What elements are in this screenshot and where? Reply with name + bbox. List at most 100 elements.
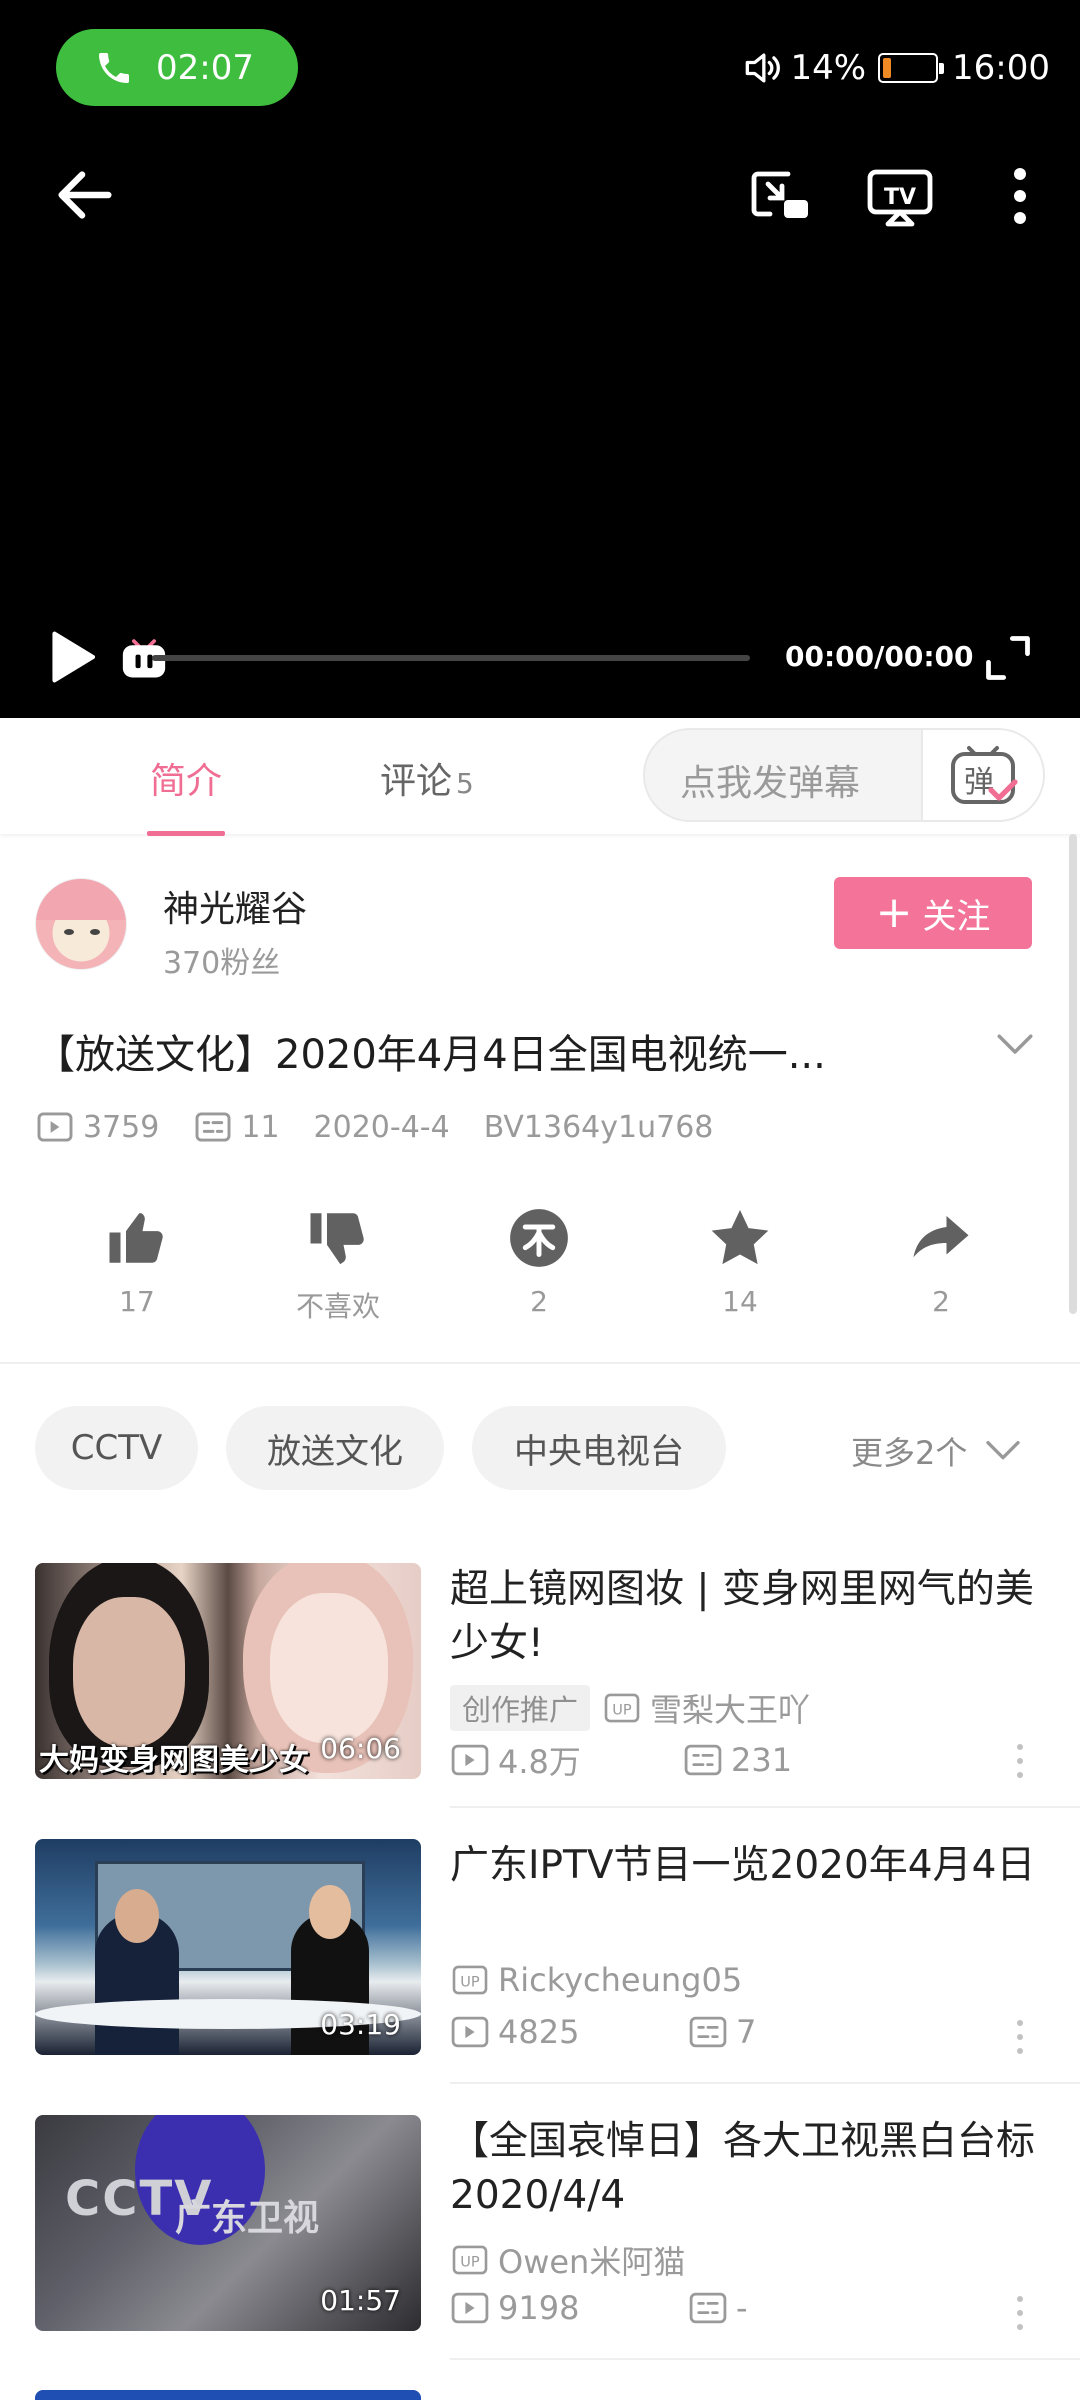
- tab-bar: 简介 评论 5 点我发弹幕 弹: [0, 718, 1080, 836]
- view-count: 9198: [498, 2289, 580, 2327]
- battery-icon: [878, 53, 945, 83]
- playback-time: 00:00/00:00: [785, 640, 974, 673]
- more-vertical-icon[interactable]: [1014, 2017, 1026, 2057]
- tab-comments[interactable]: 评论 5: [380, 752, 474, 804]
- video-thumbnail[interactable]: 03:19: [35, 1839, 421, 2055]
- more-tags-label: 更多2个: [851, 1434, 968, 1472]
- call-duration: 02:07: [156, 47, 254, 88]
- coin-count: 2: [530, 1285, 548, 1318]
- play-count-icon: [37, 1112, 73, 1142]
- view-count: 4.8万: [498, 1743, 581, 1781]
- recommendation-stats: 4825 7: [450, 2013, 756, 2051]
- dislike-button[interactable]: 不喜欢: [268, 1205, 408, 1325]
- uploader-name[interactable]: 雪梨大王吖: [650, 1685, 810, 1731]
- tag-chip[interactable]: 放送文化: [226, 1406, 444, 1490]
- dislike-label: 不喜欢: [295, 1290, 380, 1323]
- tag-chip[interactable]: CCTV: [35, 1406, 198, 1490]
- recommendation-author-line: 创作推广 UP 雪梨大王吖: [450, 1685, 810, 1731]
- ongoing-call-pill[interactable]: 02:07: [56, 29, 298, 106]
- back-arrow-icon[interactable]: [50, 160, 120, 230]
- uploader-name[interactable]: Owen米阿猫: [498, 2237, 685, 2283]
- share-button[interactable]: 2: [871, 1205, 1011, 1318]
- picture-in-picture-icon[interactable]: [744, 160, 816, 232]
- uploader-name[interactable]: 神光耀谷: [163, 880, 307, 932]
- more-tags-button[interactable]: 更多2个: [851, 1428, 1023, 1474]
- uploader-avatar[interactable]: [35, 878, 127, 970]
- fullscreen-icon[interactable]: [982, 632, 1034, 684]
- like-count: 17: [119, 1285, 155, 1318]
- danmaku-count-icon: [195, 1112, 231, 1142]
- tag-chip[interactable]: 中央电视台: [472, 1406, 726, 1490]
- more-vertical-icon[interactable]: [1014, 1741, 1026, 1781]
- recommendation-item[interactable]: 大妈变身网图美少女 06:06 超上镜网图妆 | 变身网里网气的美少女! 创作推…: [0, 1563, 1080, 1839]
- more-vertical-icon[interactable]: [1014, 2293, 1026, 2333]
- thumbnail-caption: 广东卫视: [175, 2198, 320, 2239]
- status-bar-right: 14% 16:00: [740, 40, 1050, 96]
- coin-icon: [510, 1209, 568, 1267]
- recommendation-author-line: UP Rickycheung05: [450, 1961, 742, 1999]
- speaker-icon: [746, 53, 781, 83]
- uploader-name[interactable]: Rickycheung05: [498, 1961, 742, 1999]
- chevron-down-icon: [986, 1441, 1021, 1460]
- thumb-shape: [73, 1597, 185, 1747]
- video-thumbnail[interactable]: [35, 2390, 421, 2400]
- video-player[interactable]: 02:07 14% 16:00 TV 00:00/00:00: [0, 0, 1080, 718]
- svg-text:TV: TV: [884, 185, 916, 210]
- thumbs-down-icon: [310, 1213, 364, 1265]
- avatar-eye: [90, 929, 100, 935]
- section-divider: [0, 1362, 1080, 1364]
- thumbnail-caption: 大妈变身网图美少女: [39, 1743, 309, 1778]
- share-arrow-icon: [913, 1216, 969, 1258]
- video-thumbnail[interactable]: 大妈变身网图美少女 06:06: [35, 1563, 421, 1779]
- more-vertical-icon[interactable]: [984, 160, 1056, 232]
- thumb-shape: [115, 1889, 159, 1943]
- recommendation-stats: 4.8万 231: [450, 1737, 792, 1783]
- thumb-shape: [270, 1593, 388, 1743]
- chevron-down-icon[interactable]: [994, 1030, 1036, 1060]
- favorite-button[interactable]: 14: [670, 1205, 810, 1318]
- star-icon: [711, 1209, 769, 1265]
- svg-text:UP: UP: [460, 2255, 480, 2271]
- row-divider: [450, 2082, 1080, 2084]
- plus-icon: +: [875, 887, 913, 938]
- action-row: 17 不喜欢 2 14 2: [0, 1205, 1080, 1335]
- row-divider: [450, 2358, 1080, 2360]
- video-duration: 01:57: [320, 2284, 401, 2317]
- recommendation-item[interactable]: CCTV 广东卫视 01:57 【全国哀悼日】各大卫视黑白台标 2020/4/4…: [0, 2115, 1080, 2391]
- danmaku-count: 11: [241, 1109, 280, 1145]
- share-count: 2: [932, 1285, 950, 1318]
- up-icon: UP: [452, 1965, 488, 1995]
- follow-label: 关注: [922, 896, 991, 937]
- tv-cast-icon[interactable]: TV: [864, 160, 936, 232]
- danmaku-count-icon: [689, 2292, 727, 2324]
- thumbs-up-icon: [109, 1213, 163, 1263]
- thumb-shape: [309, 1885, 351, 1939]
- like-button[interactable]: 17: [67, 1205, 207, 1318]
- tab-intro[interactable]: 简介: [146, 752, 226, 836]
- view-count: 4825: [498, 2013, 580, 2051]
- play-count-icon: [451, 2292, 489, 2324]
- video-meta: 3759 11 2020-4-4 BV1364y1u768: [35, 1107, 713, 1147]
- recommendation-item[interactable]: 03:19 广东IPTV节目一览2020年4月4日 UP Rickycheung…: [0, 1839, 1080, 2115]
- favorite-count: 14: [722, 1285, 758, 1318]
- play-count-icon: [451, 2016, 489, 2048]
- phone-icon: [99, 52, 129, 83]
- video-duration: 06:06: [320, 1732, 401, 1765]
- recommendation-stats: 9198 -: [450, 2289, 748, 2327]
- svg-text:UP: UP: [612, 1703, 632, 1719]
- coin-button[interactable]: 2: [469, 1205, 609, 1318]
- danmaku-count: 7: [736, 2013, 757, 2051]
- danmaku-send-button[interactable]: 弹: [921, 730, 1043, 820]
- svg-text:UP: UP: [460, 1975, 480, 1991]
- danmaku-count-icon: [684, 1744, 722, 1776]
- recommendation-title: 【全国哀悼日】各大卫视黑白台标 2020/4/4: [450, 2119, 1036, 2218]
- danmaku-input[interactable]: 点我发弹幕 弹: [643, 728, 1045, 822]
- publish-date: 2020-4-4: [313, 1109, 450, 1145]
- follow-button[interactable]: + 关注: [834, 877, 1032, 949]
- danmaku-count: -: [736, 2289, 748, 2327]
- bv-id: BV1364y1u768: [483, 1109, 714, 1145]
- video-thumbnail[interactable]: CCTV 广东卫视 01:57: [35, 2115, 421, 2331]
- seek-bar[interactable]: [152, 655, 750, 661]
- play-icon[interactable]: [38, 624, 104, 690]
- danmaku-settings-icon: 弹: [951, 746, 1018, 804]
